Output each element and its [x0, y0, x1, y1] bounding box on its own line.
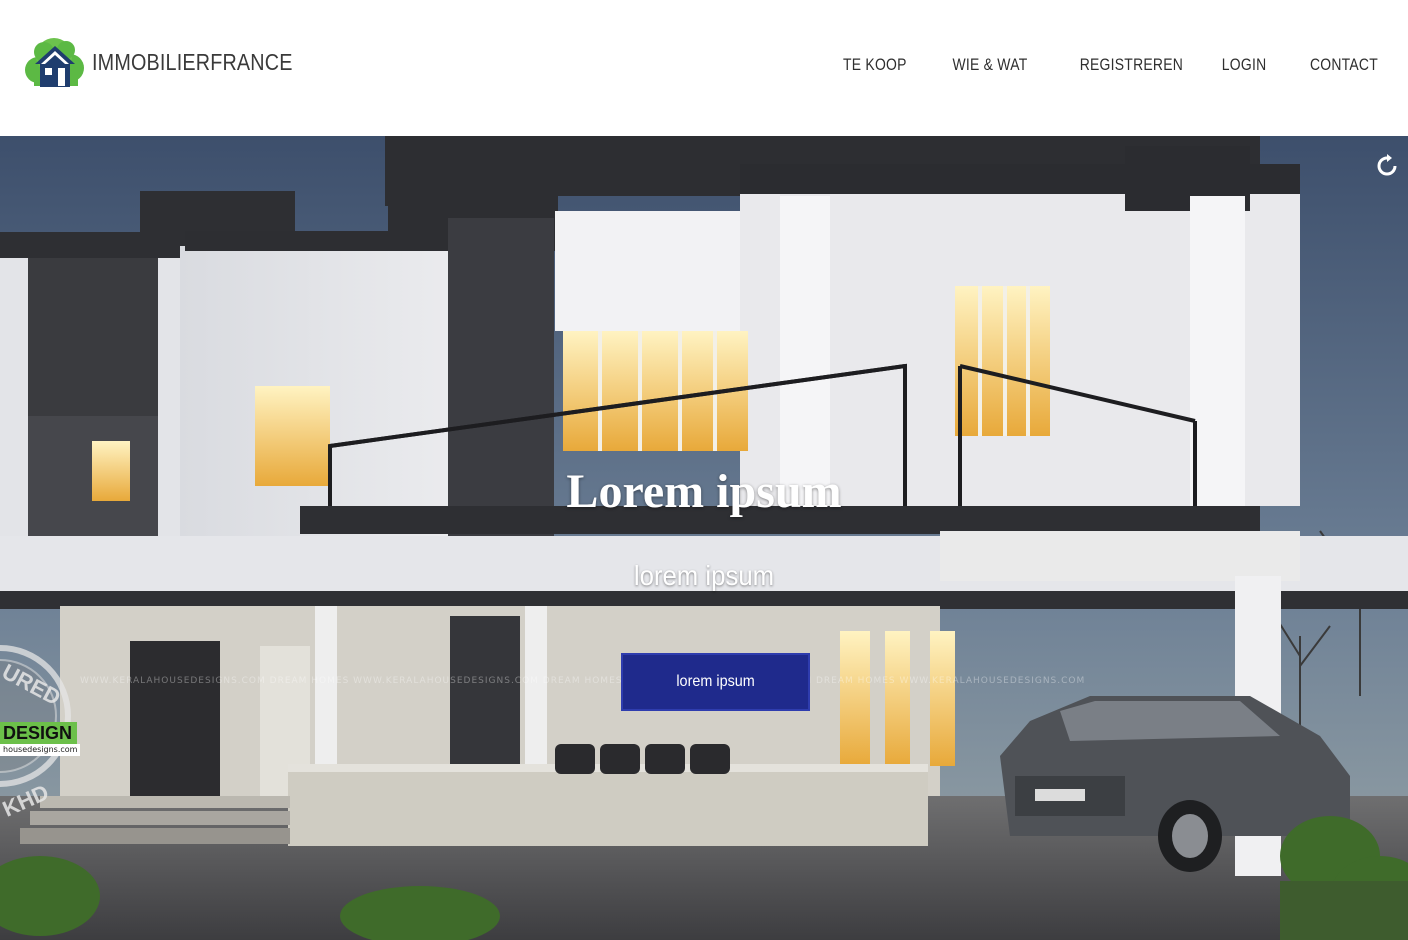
hero-title: Lorem ipsum	[566, 465, 842, 518]
badge-url: housedesigns.com	[0, 744, 81, 756]
brand-name: IMMOBILIERFRANCE	[92, 48, 293, 75]
hero-banner: WWW.KERALAHOUSEDESIGNS.COM DREAM HOMES W…	[0, 136, 1408, 940]
site-header: IMMOBILIERFRANCE TE KOOP WIE & WAT REGIS…	[0, 0, 1408, 136]
hero-cta-label: lorem ipsum	[676, 673, 755, 690]
badge-design-label: DESIGN	[0, 722, 78, 744]
brand-logo[interactable]: IMMOBILIERFRANCE	[24, 34, 325, 90]
nav-wie-en-wat[interactable]: WIE & WAT	[952, 55, 1027, 75]
nav-login[interactable]: LOGIN	[1221, 55, 1266, 75]
nav-registreren[interactable]: REGISTREREN	[1079, 55, 1182, 75]
nav-contact[interactable]: CONTACT	[1310, 55, 1378, 75]
main-nav: TE KOOP WIE & WAT REGISTREREN LOGIN CONT…	[800, 55, 1378, 75]
nav-te-koop[interactable]: TE KOOP	[843, 55, 907, 75]
reload-icon[interactable]	[1374, 153, 1400, 179]
hero-cta-button[interactable]: lorem ipsum	[621, 653, 810, 711]
house-tree-icon	[24, 34, 86, 90]
hero-subtitle: lorem ipsum	[633, 560, 775, 591]
hero-house-image	[0, 136, 1408, 940]
